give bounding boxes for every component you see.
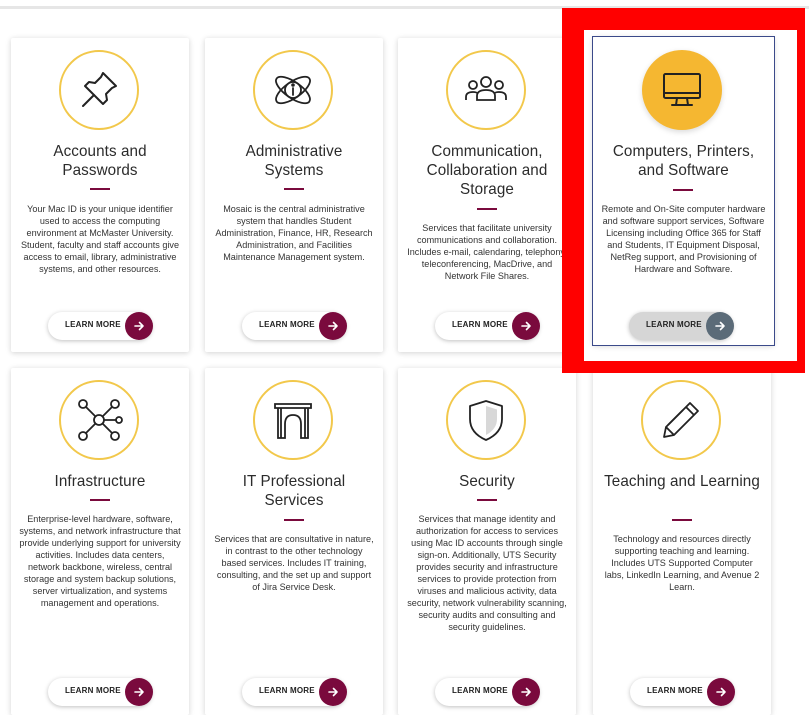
learn-more-label: LEARN MORE (452, 320, 508, 329)
learn-more-label: LEARN MORE (646, 320, 702, 329)
learn-more-button[interactable]: LEARN MORE (435, 678, 540, 706)
arrow-right-icon[interactable] (319, 312, 347, 340)
card-description: Remote and On-Site computer hardware and… (601, 204, 766, 274)
learn-more-label: LEARN MORE (647, 686, 703, 695)
title-divider (477, 499, 497, 501)
card-description: Services that facilitate university comm… (407, 223, 567, 281)
card-description: Technology and resources directly suppor… (604, 534, 760, 592)
arrow-right-icon[interactable] (319, 678, 347, 706)
card-computers-printers-software: Computers, Printers, and Software Remote… (593, 37, 774, 345)
arrow-right-icon[interactable] (125, 678, 153, 706)
card-description: Mosaic is the central administrative sys… (215, 204, 373, 262)
card-description: Enterprise-level hardware, software, sys… (19, 514, 181, 608)
network-hub-icon (59, 380, 139, 460)
title-divider (673, 189, 693, 191)
pencil-icon (641, 380, 721, 460)
learn-more-button[interactable]: LEARN MORE (630, 678, 735, 706)
card-description: Services that are consultative in nature… (214, 534, 374, 592)
monitor-icon (642, 50, 722, 130)
learn-more-label: LEARN MORE (65, 686, 121, 695)
learn-more-label: LEARN MORE (259, 320, 315, 329)
people-group-icon (446, 50, 526, 130)
arrow-right-icon[interactable] (125, 312, 153, 340)
learn-more-label: LEARN MORE (65, 320, 121, 329)
learn-more-button[interactable]: LEARN MORE (242, 312, 347, 340)
card-title: Infrastructure (54, 473, 146, 490)
title-divider (284, 519, 304, 521)
card-title: Accounts and Passwords (53, 143, 147, 179)
card-title: IT Professional Services (242, 473, 346, 509)
card-communication-collaboration-storage: Communication, Collaboration and Storage… (398, 38, 576, 352)
card-it-professional-services: IT Professional Services Services that a… (205, 368, 383, 715)
top-divider (0, 6, 809, 9)
learn-more-button[interactable]: LEARN MORE (48, 312, 153, 340)
title-divider (477, 208, 497, 210)
card-title: Administrative Systems (245, 143, 343, 179)
title-divider (672, 519, 692, 521)
arrow-right-icon[interactable] (512, 312, 540, 340)
title-divider (90, 499, 110, 501)
arrow-right-icon[interactable] (707, 678, 735, 706)
arrow-right-icon[interactable] (512, 678, 540, 706)
card-accounts-and-passwords: Accounts and Passwords Your Mac ID is yo… (11, 38, 189, 352)
arrow-right-icon[interactable] (706, 312, 734, 340)
card-title: Communication, Collaboration and Storage (426, 143, 548, 198)
card-title: Security (459, 473, 515, 490)
learn-more-label: LEARN MORE (259, 686, 315, 695)
archway-icon (253, 380, 333, 460)
learn-more-button[interactable]: LEARN MORE (48, 678, 153, 706)
learn-more-button[interactable]: LEARN MORE (435, 312, 540, 340)
pushpin-icon (59, 50, 139, 130)
card-security: Security Services that manage identity a… (398, 368, 576, 715)
atom-info-icon (253, 50, 333, 130)
card-title: Computers, Printers, and Software (612, 143, 755, 179)
learn-more-button[interactable]: LEARN MORE (242, 678, 347, 706)
title-divider (284, 188, 304, 190)
card-infrastructure: Infrastructure Enterprise-level hardware… (11, 368, 189, 715)
learn-more-label: LEARN MORE (452, 686, 508, 695)
card-title: Teaching and Learning (604, 473, 760, 490)
shield-icon (446, 380, 526, 460)
card-administrative-systems: Administrative Systems Mosaic is the cen… (205, 38, 383, 352)
learn-more-button[interactable]: LEARN MORE (629, 312, 734, 340)
card-description: Your Mac ID is your unique identifier us… (20, 204, 180, 274)
card-description: Services that manage identity and author… (407, 514, 567, 632)
card-teaching-and-learning: Teaching and Learning Technology and res… (593, 368, 771, 715)
title-divider (90, 188, 110, 190)
